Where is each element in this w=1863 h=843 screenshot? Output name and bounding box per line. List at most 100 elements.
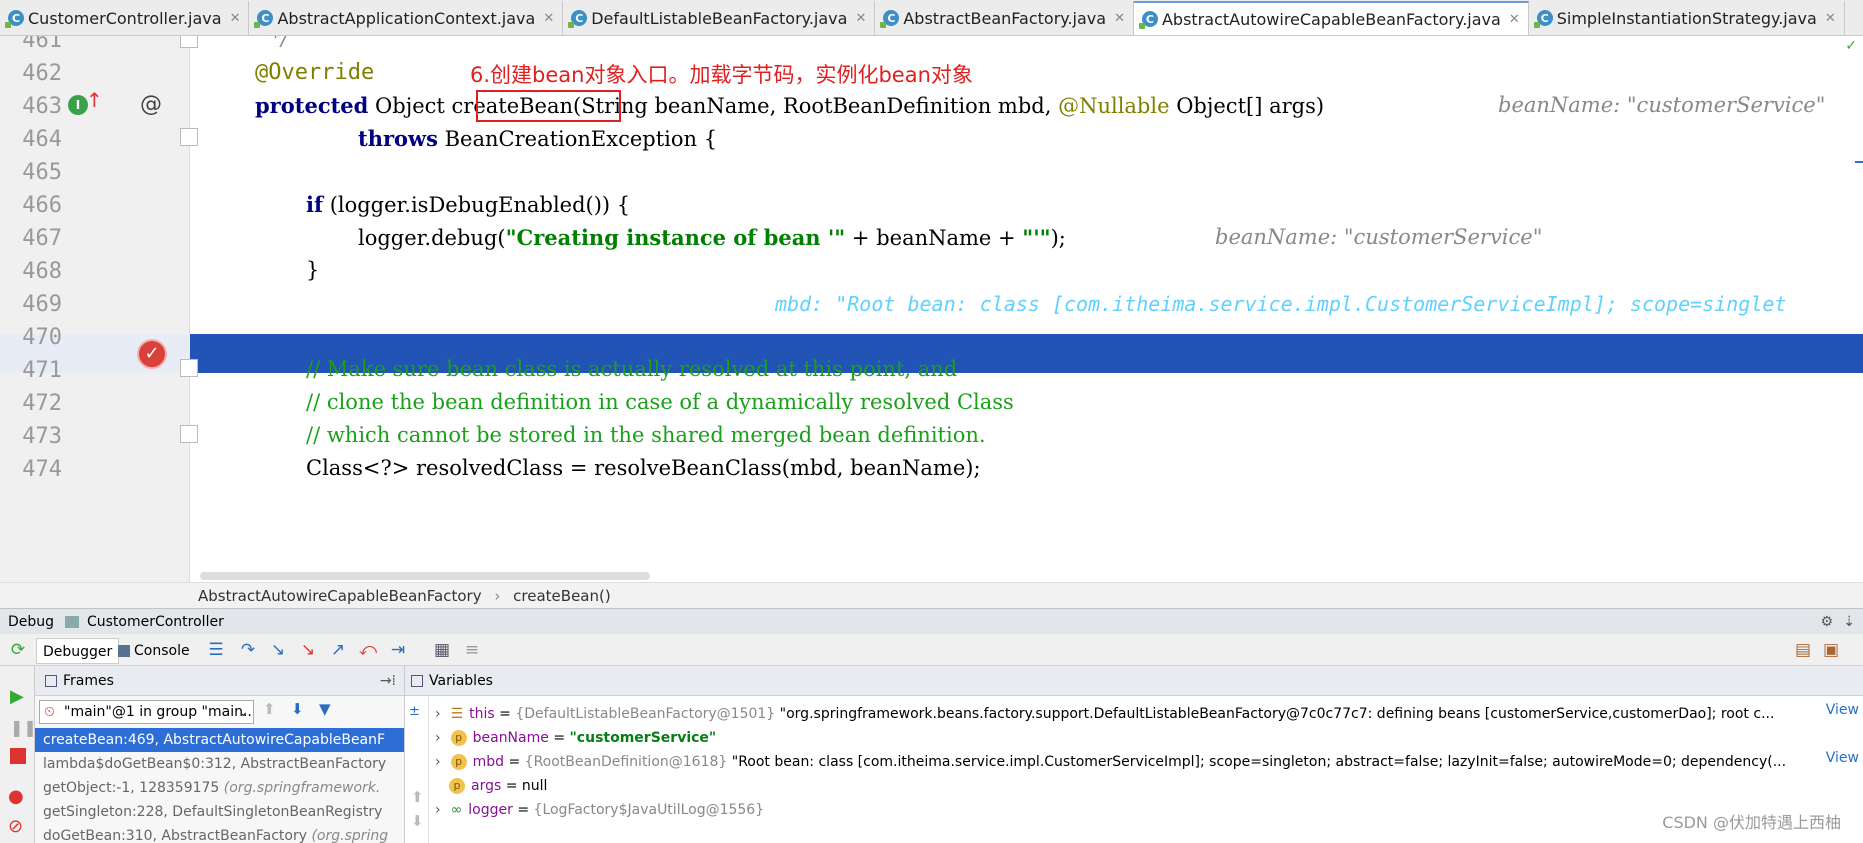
line-number: 472 <box>22 391 62 416</box>
variable-row-logger[interactable]: › ∞ logger = {LogFactory$JavaUtilLog@1556} <box>435 798 764 822</box>
fold-icon[interactable] <box>180 425 198 443</box>
breadcrumb-method[interactable]: createBean() <box>513 587 611 605</box>
tab-abstractbeanfactory[interactable]: C AbstractBeanFactory.java ✕ <box>875 1 1134 35</box>
fold-icon[interactable] <box>180 36 198 48</box>
breadcrumb-class[interactable]: AbstractAutowireCapableBeanFactory <box>198 587 482 605</box>
close-icon[interactable]: ✕ <box>230 11 241 26</box>
scroll-marker[interactable] <box>1851 326 1863 328</box>
code-text: Object <box>368 94 452 118</box>
tab-label: DefaultListableBeanFactory.java <box>591 8 848 28</box>
debugger-toolbar: ⟳ Debugger Console ☰ ↷ ↘ ↘ ↗ ⤺ ⇥ ▦ ≡ ▤ ▣ <box>0 634 1863 666</box>
restore-layout-icon[interactable]: ▣ <box>1821 640 1841 660</box>
run-config-name[interactable]: CustomerController <box>87 614 224 630</box>
tab-abstractapplicationcontext[interactable]: C AbstractApplicationContext.java ✕ <box>249 1 564 35</box>
thread-icon: ⏲ <box>44 704 55 720</box>
variable-row-beanname[interactable]: › p beanName = "customerService" <box>435 726 716 750</box>
horizontal-scrollbar[interactable] <box>200 572 650 580</box>
expand-arrow-icon[interactable]: › <box>435 730 441 746</box>
expand-arrow-icon[interactable]: › <box>435 706 441 722</box>
override-annotation: @Override <box>255 60 375 85</box>
frame-package: (org.spring <box>311 828 389 843</box>
line-number: 468 <box>22 259 62 284</box>
editor-tab-bar: C CustomerController.java ✕ C AbstractAppli… <box>0 0 1863 36</box>
expand-arrow-icon[interactable]: › <box>435 754 441 770</box>
pin-icon[interactable]: →⁞ <box>380 666 396 696</box>
code-editor[interactable]: 461 462 463 464 465 466 467 468 469 470 … <box>0 36 1863 582</box>
watch-icon[interactable]: ± <box>409 704 420 719</box>
variable-row-this[interactable]: › ☰ this = {DefaultListableBeanFactory@150… <box>435 702 1774 726</box>
tab-debugger-label: Debugger <box>43 644 113 660</box>
fold-icon[interactable] <box>180 128 198 146</box>
frame-text: doGetBean:310, AbstractBeanFactory <box>43 828 312 843</box>
code-line-467: logger.debug("Creating instance of bean … <box>358 225 1066 250</box>
breakpoint-icon[interactable]: ✓ <box>137 339 167 369</box>
debug-tool-window-header: Debug CustomerController ⚙ ⇣ <box>0 608 1863 634</box>
pause-icon[interactable]: ❚❚ <box>10 718 37 737</box>
java-class-icon: C <box>5 10 24 28</box>
frame-package: (org.springframework. <box>223 780 381 796</box>
rerun-icon[interactable]: ⟳ <box>8 640 28 660</box>
trace-icon[interactable]: ≡ <box>462 640 482 660</box>
down-icon[interactable]: ⬇ <box>411 812 424 830</box>
view-breakpoints-icon[interactable]: ● <box>8 786 24 807</box>
frame-text: getSingleton:228, DefaultSingletonBeanRe… <box>43 804 383 820</box>
tab-customercontroller[interactable]: C CustomerController.java ✕ <box>0 1 250 35</box>
step-out-icon[interactable]: ↗ <box>328 640 348 660</box>
filter-icon[interactable]: ▼ <box>319 700 331 718</box>
hide-icon[interactable]: ⇣ <box>1843 609 1855 635</box>
stop-icon[interactable] <box>10 748 26 764</box>
step-into-icon[interactable]: ↘ <box>268 640 288 660</box>
keyword: protected <box>255 93 369 118</box>
line-number: 469 <box>22 292 62 317</box>
close-icon[interactable]: ✕ <box>1825 11 1836 26</box>
tab-console[interactable]: Console <box>112 638 196 664</box>
tab-abstractautowirecapablebeanfactory[interactable]: C AbstractAutowireCapableBeanFactory.java… <box>1133 1 1529 35</box>
frame-row[interactable]: getSingleton:228, DefaultSingletonBeanRe… <box>35 800 404 824</box>
string-literal: "'" <box>1022 225 1051 250</box>
show-execution-point-icon[interactable]: ☰ <box>206 640 226 660</box>
close-icon[interactable]: ✕ <box>855 11 866 26</box>
variable-row-args[interactable]: p args = null <box>449 774 547 798</box>
variable-value: "org.springframework.beans.factory.suppo… <box>779 706 1775 722</box>
force-step-into-icon[interactable]: ↘ <box>298 640 318 660</box>
evaluate-expression-icon[interactable]: ▦ <box>432 640 452 660</box>
up-icon[interactable]: ⬆ <box>263 700 276 718</box>
up-arrow-icon[interactable]: ↑ <box>86 88 103 112</box>
variable-row-mbd[interactable]: › p mbd = {RootBeanDefinition@1618} "Root … <box>435 750 1786 774</box>
up-icon[interactable]: ⬆ <box>411 788 424 806</box>
step-over-icon[interactable]: ↷ <box>238 640 258 660</box>
resume-icon[interactable]: ▶ <box>10 686 24 707</box>
line-number: 462 <box>22 61 62 86</box>
code-text: Object[] args) <box>1169 94 1325 118</box>
frame-row[interactable]: lambda$doGetBean$0:312, AbstractBeanFact… <box>35 752 404 776</box>
frame-row[interactable]: createBean:469, AbstractAutowireCapableB… <box>35 728 404 752</box>
frame-row[interactable]: doGetBean:310, AbstractBeanFactory (org.… <box>35 824 404 843</box>
implements-method-icon[interactable]: I <box>68 95 88 115</box>
run-to-cursor-icon[interactable]: ⇥ <box>388 640 408 660</box>
tab-debugger[interactable]: Debugger <box>36 638 120 664</box>
scroll-marker[interactable] <box>1855 161 1863 163</box>
view-link[interactable]: View <box>1826 702 1859 718</box>
layout-icon[interactable]: ▤ <box>1793 640 1813 660</box>
view-link[interactable]: View <box>1826 750 1859 766</box>
variable-type: {RootBeanDefinition@1618} <box>524 754 728 770</box>
line-number: 467 <box>22 226 62 251</box>
mute-breakpoints-icon[interactable]: ⊘ <box>8 816 23 837</box>
code-line-461: */ <box>270 36 289 51</box>
thread-dropdown[interactable]: ⏲ "main"@1 in group "main... ⌄ <box>39 700 254 724</box>
close-icon[interactable]: ✕ <box>1509 12 1520 27</box>
close-icon[interactable]: ✕ <box>1114 11 1125 26</box>
drop-frame-icon[interactable]: ⤺ <box>358 640 378 660</box>
down-icon[interactable]: ⬇ <box>291 700 304 718</box>
variable-name: beanName <box>472 730 549 746</box>
close-icon[interactable]: ✕ <box>543 11 554 26</box>
frame-row[interactable]: getObject:-1, 128359175 (org.springframe… <box>35 776 404 800</box>
expand-arrow-icon[interactable]: › <box>435 802 441 818</box>
tab-defaultlistablebeanfactory[interactable]: C DefaultListableBeanFactory.java ✕ <box>563 1 876 35</box>
check-icon[interactable]: ✓ <box>1845 38 1857 54</box>
tab-simpleinstantiationstrategy[interactable]: C SimpleInstantiationStrategy.java ✕ <box>1529 1 1845 35</box>
line-number: 465 <box>22 160 62 185</box>
fold-icon[interactable] <box>180 359 198 377</box>
annotation-at-icon[interactable]: @ <box>140 92 162 117</box>
gear-icon[interactable]: ⚙ <box>1820 609 1833 635</box>
